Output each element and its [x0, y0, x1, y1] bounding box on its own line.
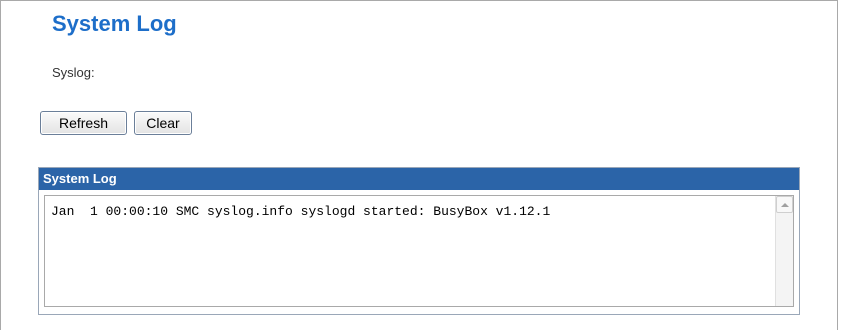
vertical-scrollbar[interactable] — [775, 196, 793, 306]
panel-header: System Log — [39, 168, 799, 190]
refresh-button[interactable]: Refresh — [40, 111, 127, 135]
log-textarea[interactable]: Jan 1 00:00:10 SMC syslog.info syslogd s… — [44, 195, 794, 307]
content-frame: System Log Syslog: Refresh Clear System … — [0, 0, 838, 330]
syslog-label: Syslog: — [52, 65, 95, 80]
log-content: Jan 1 00:00:10 SMC syslog.info syslogd s… — [51, 204, 551, 219]
scroll-up-button[interactable] — [776, 196, 793, 213]
system-log-panel: System Log Jan 1 00:00:10 SMC syslog.inf… — [38, 167, 800, 315]
clear-button[interactable]: Clear — [134, 111, 192, 135]
page-title: System Log — [52, 11, 177, 36]
chevron-up-icon — [781, 203, 789, 207]
